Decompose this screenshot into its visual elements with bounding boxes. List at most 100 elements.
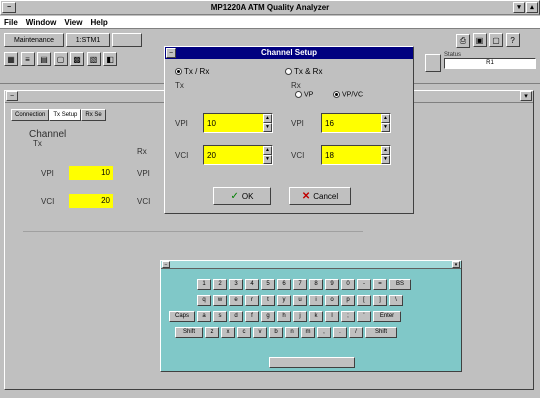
dlg-rx-vci-spinner[interactable]: ▲ ▼ [381,146,390,164]
dlg-tx-vci-spinner[interactable]: ▲ ▼ [263,146,272,164]
tab-stm1[interactable]: 1:STM1 [66,33,110,47]
key-char[interactable]: , [317,327,331,338]
key-char[interactable]: 3 [229,279,243,290]
key-char[interactable]: ' [357,311,371,322]
key-char[interactable]: / [349,327,363,338]
spin-up-icon[interactable]: ▲ [263,146,272,155]
dlg-rx-vpi-input[interactable] [322,114,381,132]
key-char[interactable]: = [373,279,387,290]
mode-txandrx-radio[interactable] [285,68,292,76]
cancel-button[interactable]: ✕ Cancel [289,187,351,205]
key-char[interactable]: s [213,311,227,322]
key-char[interactable]: e [229,295,243,306]
key-char[interactable]: \ [389,295,403,306]
key-char[interactable]: i [309,295,323,306]
dialog-system-menu[interactable]: − [166,48,176,58]
menu-file[interactable]: File [0,18,22,27]
list-icon[interactable]: ≡ [20,52,35,66]
key-char[interactable]: r [245,295,259,306]
key-char[interactable]: 9 [325,279,339,290]
key-char[interactable]: ; [341,311,355,322]
spin-up-icon[interactable]: ▲ [263,114,272,123]
dlg-tx-vci-input[interactable] [204,146,263,164]
key-char[interactable]: 1 [197,279,211,290]
key-char[interactable]: 0 [341,279,355,290]
key-char[interactable]: y [277,295,291,306]
key-char[interactable]: h [277,311,291,322]
key-char[interactable]: u [293,295,307,306]
maximize-button[interactable]: ▴ [526,2,538,13]
tab-rx-setup[interactable]: Rx Se [81,109,106,121]
key-char[interactable]: l [325,311,339,322]
keyboard-menu-button[interactable]: − [162,261,170,268]
blank-button[interactable] [425,54,441,72]
key-char[interactable]: j [293,311,307,322]
key-char[interactable]: c [237,327,251,338]
key-char[interactable]: g [261,311,275,322]
spin-down-icon[interactable]: ▼ [263,123,272,132]
spin-down-icon[interactable]: ▼ [381,123,390,132]
key-char[interactable]: 6 [277,279,291,290]
rx-vp-radio[interactable] [295,91,302,98]
key-char[interactable]: t [261,295,275,306]
tab-tx-setup[interactable]: Tx Setup [49,109,82,121]
dlg-rx-vpi-spinner[interactable]: ▲ ▼ [381,114,390,132]
settings-icon[interactable]: ◧ [103,52,118,66]
child-system-menu[interactable]: − [6,91,18,101]
help-icon[interactable]: ? [505,33,520,47]
ok-button[interactable]: ✓ OK [213,187,271,205]
key-char[interactable]: 8 [309,279,323,290]
tab-extra[interactable] [112,33,142,47]
mode-txandrx-option[interactable]: Tx & Rx [285,67,322,76]
key-char[interactable]: d [229,311,243,322]
chart-icon[interactable]: ▩ [70,52,85,66]
menu-view[interactable]: View [60,18,86,27]
mode-txrx-option[interactable]: Tx / Rx [175,67,209,76]
key-char[interactable]: n [285,327,299,338]
key-char[interactable]: q [197,295,211,306]
rx-vp-option[interactable]: VP [295,91,313,98]
key-char[interactable]: 7 [293,279,307,290]
dlg-tx-vpi-input[interactable] [204,114,263,132]
menu-help[interactable]: Help [86,18,111,27]
minimize-button[interactable]: ▾ [513,2,525,13]
key-char[interactable]: o [325,295,339,306]
key-char[interactable]: . [333,327,347,338]
mode-txrx-radio[interactable] [175,68,182,76]
table-icon[interactable]: ▤ [37,52,52,66]
key-char[interactable]: b [269,327,283,338]
key-char[interactable]: 5 [261,279,275,290]
key-space[interactable] [269,357,355,368]
key-enter[interactable]: Enter [373,311,401,322]
key-char[interactable]: f [245,311,259,322]
key-shift[interactable]: Shift [175,327,203,338]
key-char[interactable]: p [341,295,355,306]
tab-maintenance[interactable]: Maintenance [4,33,64,47]
menu-window[interactable]: Window [22,18,61,27]
spin-down-icon[interactable]: ▼ [381,155,390,164]
key-char[interactable]: w [213,295,227,306]
key-char[interactable]: a [197,311,211,322]
spin-up-icon[interactable]: ▲ [381,146,390,155]
key-char[interactable]: m [301,327,315,338]
key-char[interactable]: 2 [213,279,227,290]
copy-icon[interactable]: ▣ [472,33,487,47]
key-char[interactable]: - [357,279,371,290]
window-icon[interactable]: ▢ [53,52,68,66]
key-char[interactable]: x [221,327,235,338]
rx-vpvc-option[interactable]: VP/VC [333,91,363,98]
grid-icon[interactable]: ▦ [4,52,18,66]
dlg-rx-vci-input[interactable] [322,146,381,164]
keyboard-close-button[interactable]: ▾ [452,261,460,268]
system-menu-button[interactable]: − [2,2,16,13]
key-shift[interactable]: Shift [365,327,397,338]
report-icon[interactable]: ▧ [86,52,101,66]
print-icon[interactable]: ⎙ [456,33,470,48]
key-caps[interactable]: Caps [169,311,195,322]
dlg-tx-vpi-spinner[interactable]: ▲ ▼ [263,114,272,132]
child-restore-button[interactable]: ▾ [520,91,532,101]
tab-connection[interactable]: Connection [11,109,50,121]
key-char[interactable]: z [205,327,219,338]
key-char[interactable]: 4 [245,279,259,290]
spin-down-icon[interactable]: ▼ [263,155,272,164]
